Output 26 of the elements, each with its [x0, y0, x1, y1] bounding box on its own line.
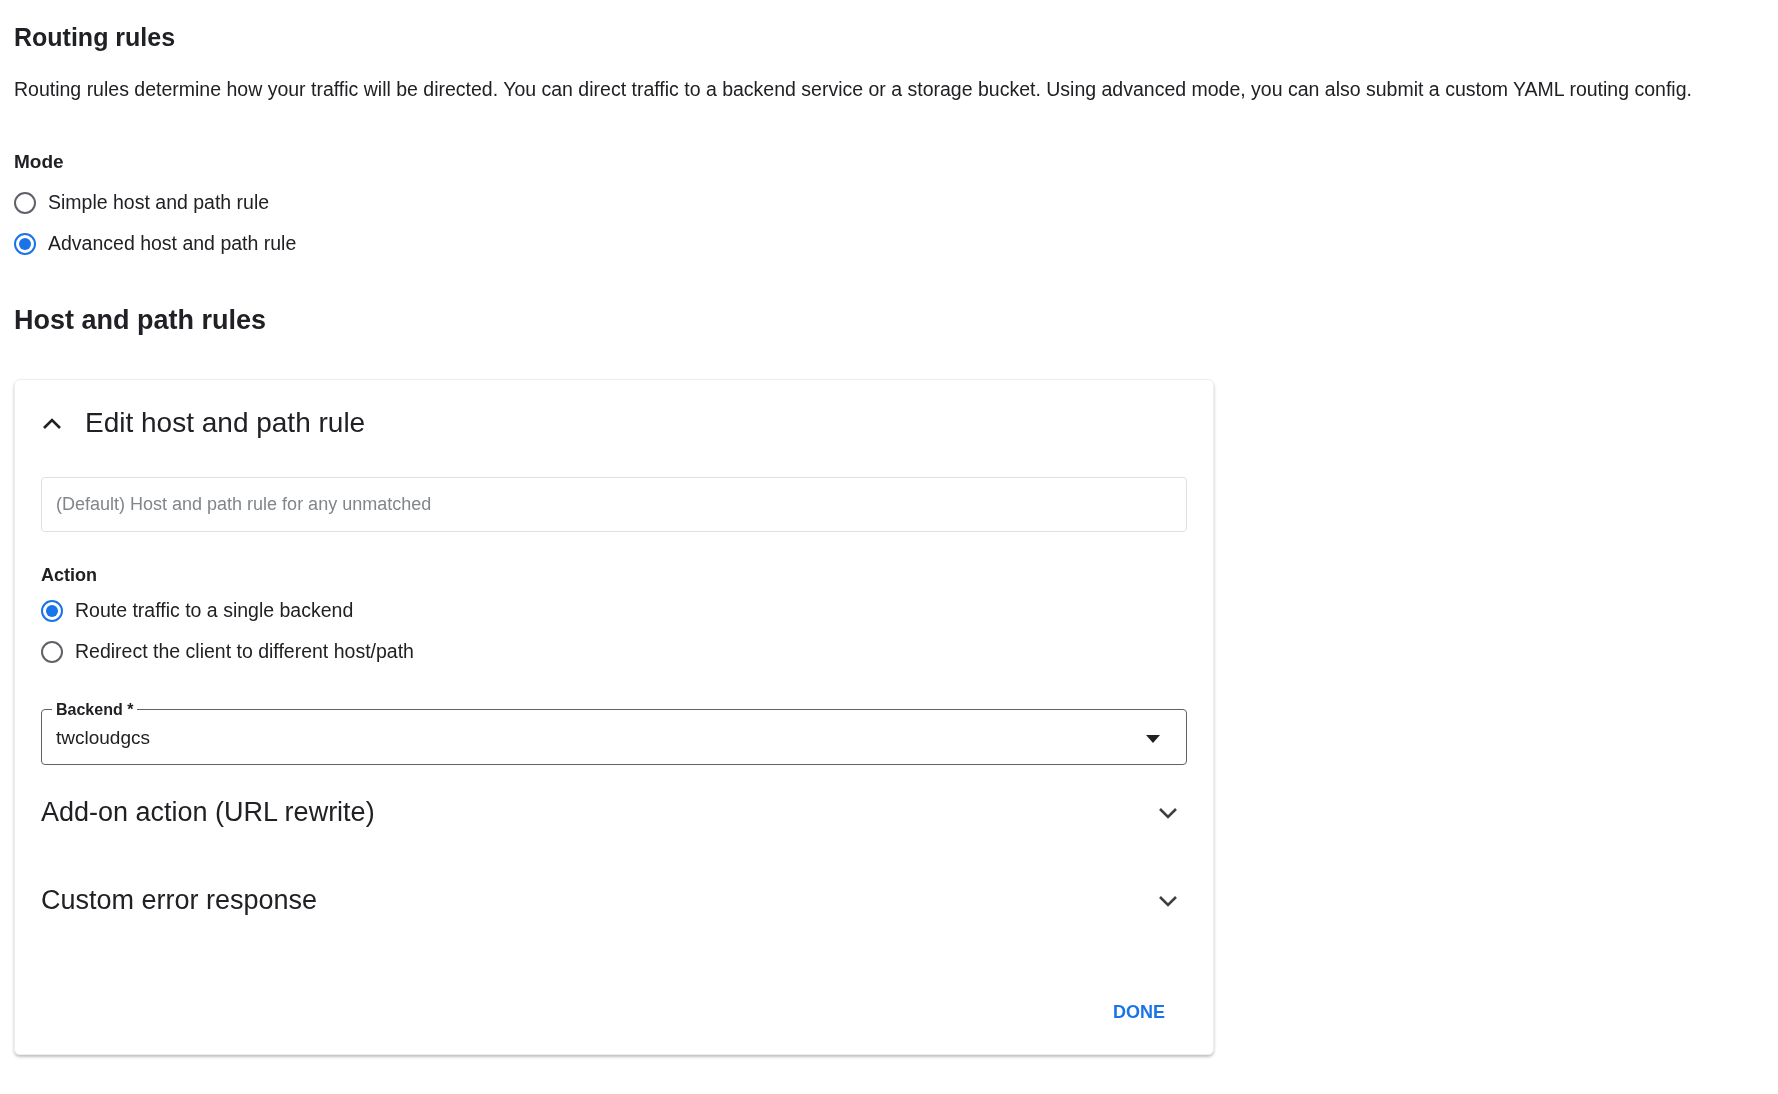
rule-description-field[interactable]: (Default) Host and path rule for any unmatched	[41, 476, 1187, 532]
description-text: Routing rules determine how your traffic will be directed. You can direct traffic to a backend service or a storage bucket. Using advanced mode, you can also submit a custom YAML routing config.	[14, 77, 1692, 102]
radio-label: Simple host and path rule	[48, 190, 270, 216]
radio-label: Redirect the client to different host/path	[75, 639, 414, 665]
done-button[interactable]: DONE	[1099, 990, 1179, 1034]
chevron-down-icon[interactable]	[1157, 805, 1179, 820]
radio-button[interactable]	[14, 192, 36, 214]
section-heading: Custom error response	[41, 884, 318, 918]
section-title: Host and path rules	[14, 303, 267, 337]
section-heading: Add-on action (URL rewrite)	[41, 796, 375, 830]
backend-label: Backend *	[55, 700, 135, 719]
expandable-section[interactable]: Custom error response	[41, 856, 1187, 945]
expandable-section[interactable]: Add-on action (URL rewrite)	[41, 768, 1187, 857]
dropdown-arrow-icon[interactable]	[1146, 734, 1160, 743]
chevron-down-icon[interactable]	[1157, 893, 1179, 908]
page-title: Routing rules	[14, 22, 177, 52]
backend-select[interactable]: Backend * twcloudgcs	[41, 700, 1187, 765]
action-label: Action	[41, 563, 97, 587]
radio-label: Advanced host and path rule	[48, 231, 297, 257]
radio-button[interactable]	[41, 600, 63, 622]
card-title: Edit host and path rule	[85, 405, 366, 440]
backend-value: twcloudgcs	[56, 726, 150, 751]
radio-label: Route traffic to a single backend	[75, 598, 354, 624]
radio-button[interactable]	[14, 233, 36, 255]
mode-label: Mode	[14, 150, 64, 174]
radio-button[interactable]	[41, 641, 63, 663]
